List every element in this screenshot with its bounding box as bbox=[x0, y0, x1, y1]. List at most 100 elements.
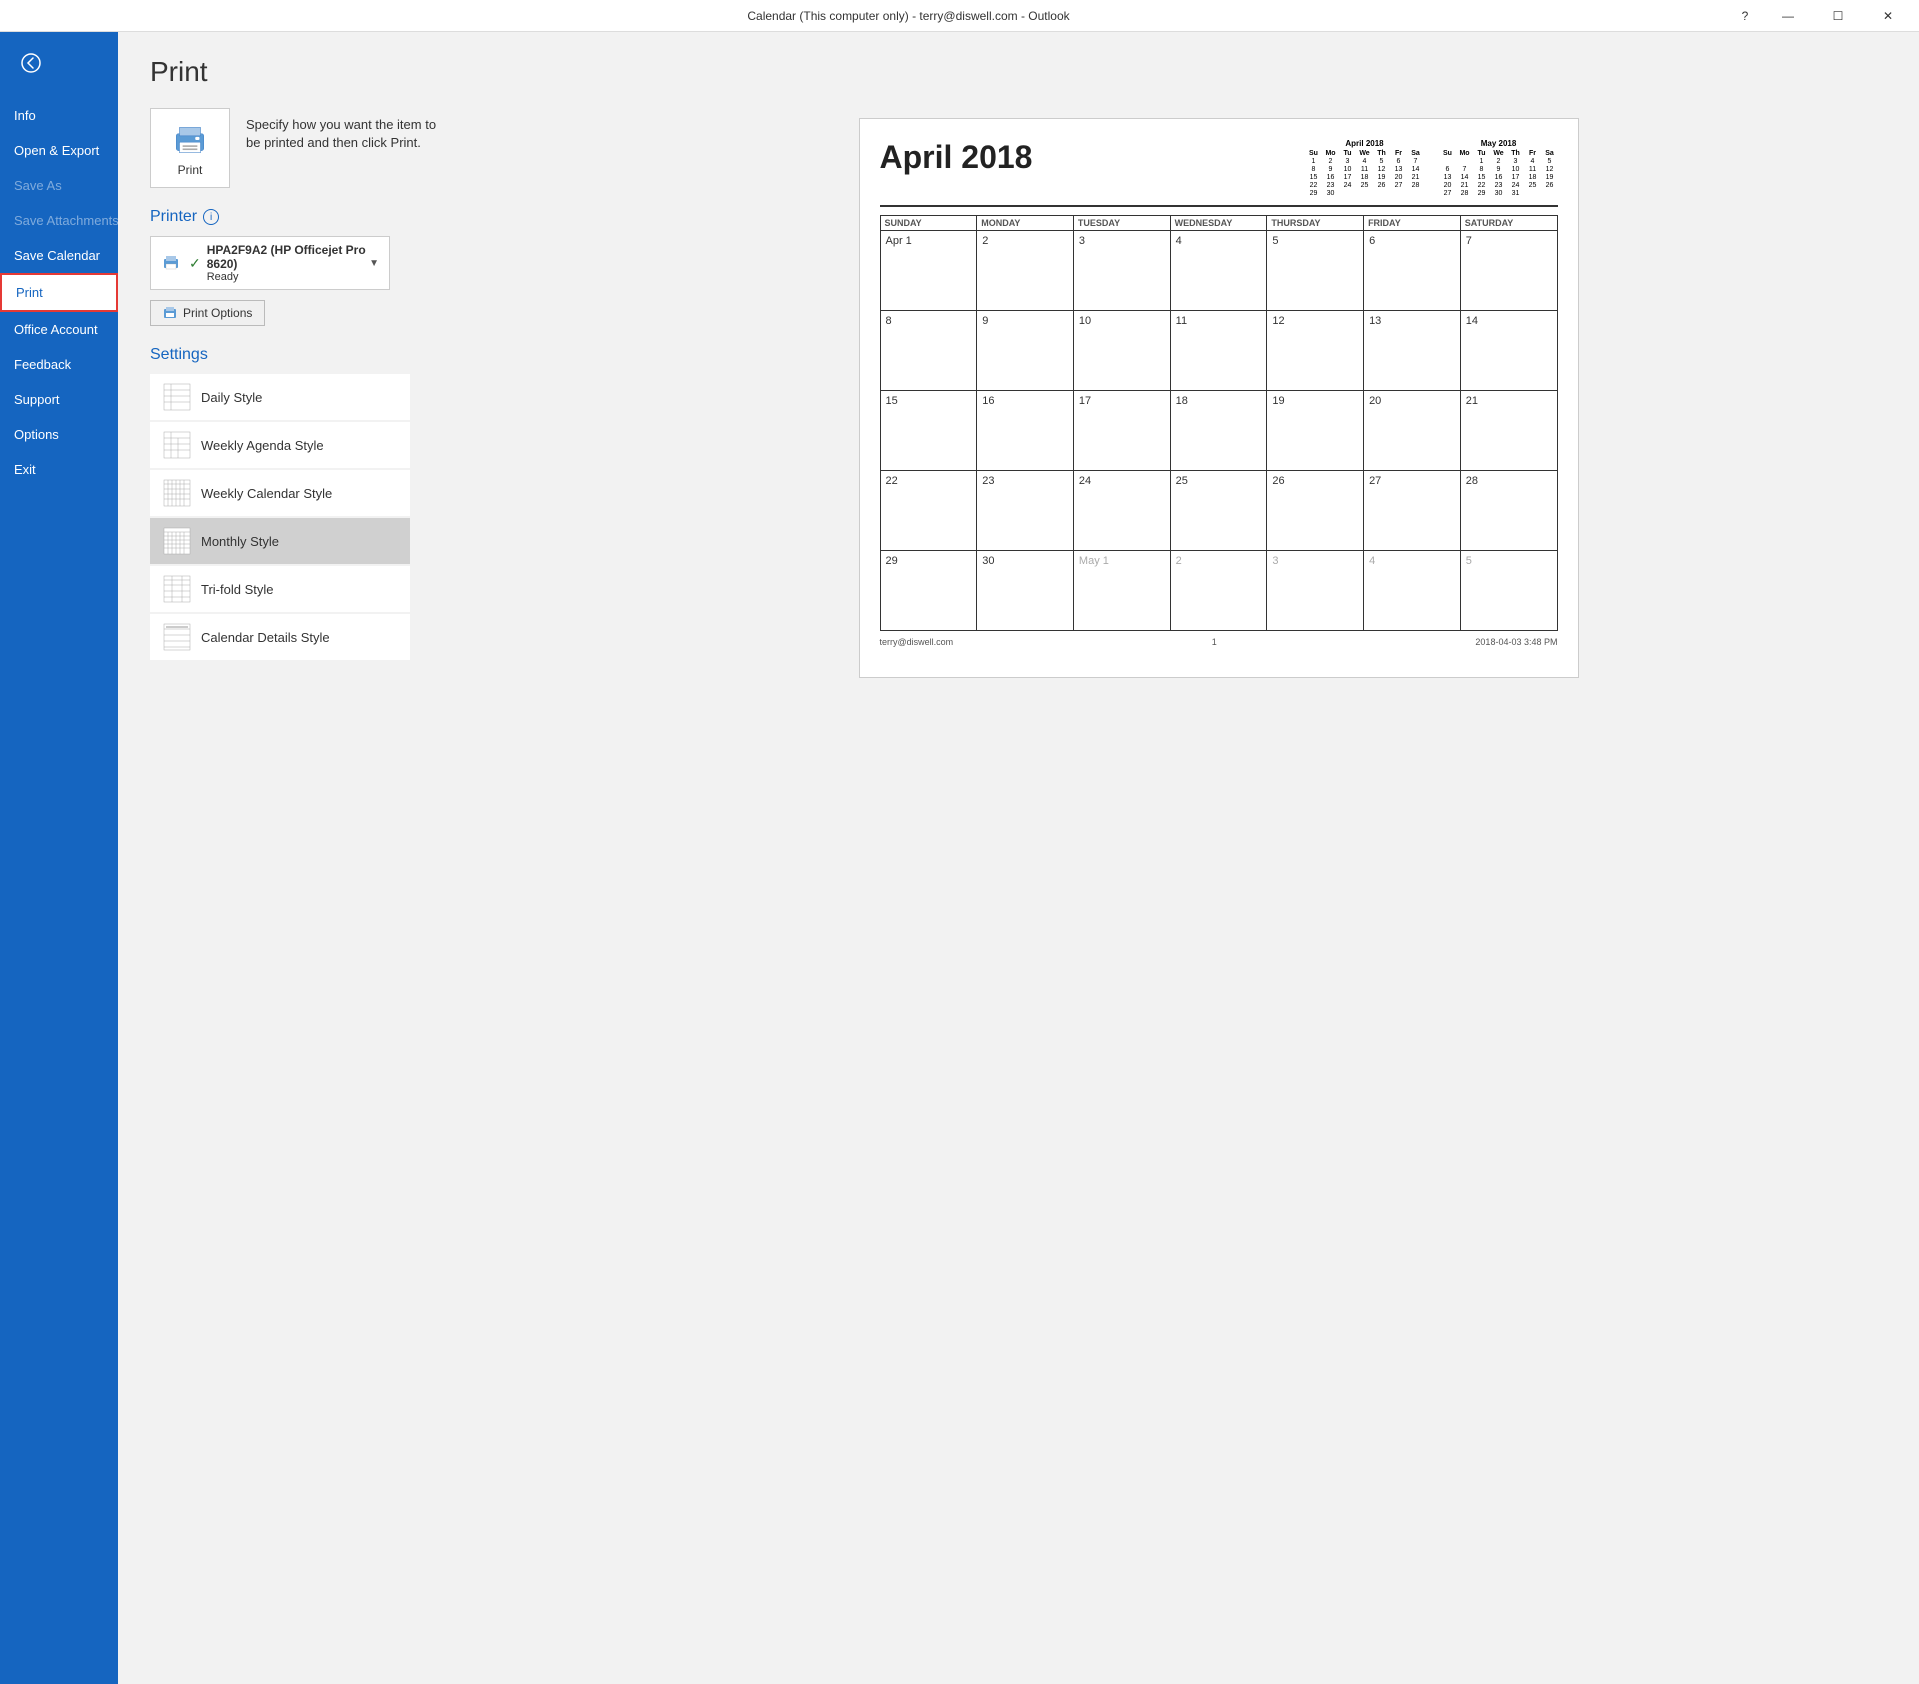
left-panel: Print Specify how you want the item to b… bbox=[150, 108, 550, 1660]
footer-page: 1 bbox=[1212, 637, 1217, 647]
app-container: Info Open & Export Save As Save Attachme… bbox=[0, 32, 1919, 1684]
print-icon-section: Print Specify how you want the item to b… bbox=[150, 108, 550, 188]
printer-section-title: Printer i bbox=[150, 208, 550, 226]
content-preview-wrapper: Print Specify how you want the item to b… bbox=[150, 108, 1887, 1660]
sidebar-item-save-calendar[interactable]: Save Calendar bbox=[0, 238, 118, 273]
monthly-style-icon bbox=[163, 527, 191, 555]
trifold-style-icon bbox=[163, 575, 191, 603]
cal-cell-2: 2 bbox=[977, 231, 1074, 311]
cal-cell-apr1: Apr 1 bbox=[881, 231, 978, 311]
settings-list: Daily Style Wee bbox=[150, 374, 410, 660]
cal-cell-may1: May 1 bbox=[1074, 551, 1171, 631]
print-options-icon bbox=[163, 306, 177, 320]
sidebar-item-office-account[interactable]: Office Account bbox=[0, 312, 118, 347]
settings-item-weekly-agenda[interactable]: Weekly Agenda Style bbox=[150, 422, 410, 468]
cal-cell-26: 26 bbox=[1267, 471, 1364, 551]
cal-cell-14: 14 bbox=[1461, 311, 1558, 391]
daily-style-label: Daily Style bbox=[201, 390, 262, 405]
footer-timestamp: 2018-04-03 3:48 PM bbox=[1475, 637, 1557, 647]
cal-cell-11: 11 bbox=[1171, 311, 1268, 391]
printer-info: HPA2F9A2 (HP Officejet Pro 8620) Ready bbox=[207, 243, 369, 283]
page-title: Print bbox=[150, 56, 1887, 88]
back-button[interactable] bbox=[8, 40, 54, 86]
cal-cell-12: 12 bbox=[1267, 311, 1364, 391]
calendar-day-headers: SUNDAY MONDAY TUESDAY WEDNESDAY THURSDAY… bbox=[880, 215, 1558, 231]
cal-cell-may4: 4 bbox=[1364, 551, 1461, 631]
settings-item-daily[interactable]: Daily Style bbox=[150, 374, 410, 420]
calendar-footer: terry@diswell.com 1 2018-04-03 3:48 PM bbox=[880, 637, 1558, 647]
calendar-header: April 2018 April 2018 SuMoTuWeThFrSa 123… bbox=[880, 139, 1558, 207]
window-title: Calendar (This computer only) - terry@di… bbox=[88, 9, 1729, 23]
cal-cell-10: 10 bbox=[1074, 311, 1171, 391]
right-panel: April 2018 April 2018 SuMoTuWeThFrSa 123… bbox=[550, 108, 1887, 1660]
footer-email: terry@diswell.com bbox=[880, 637, 954, 647]
weekly-calendar-icon bbox=[163, 479, 191, 507]
cal-cell-5: 5 bbox=[1267, 231, 1364, 311]
cal-cell-29: 29 bbox=[881, 551, 978, 631]
mini-month-april: April 2018 SuMoTuWeThFrSa 1234567 891011… bbox=[1306, 139, 1424, 197]
daily-style-icon bbox=[163, 383, 191, 411]
cal-cell-3: 3 bbox=[1074, 231, 1171, 311]
cal-cell-23: 23 bbox=[977, 471, 1074, 551]
cal-cell-20: 20 bbox=[1364, 391, 1461, 471]
sidebar-item-open-export[interactable]: Open & Export bbox=[0, 133, 118, 168]
print-options-button[interactable]: Print Options bbox=[150, 300, 265, 326]
mini-months: April 2018 SuMoTuWeThFrSa 1234567 891011… bbox=[1306, 139, 1558, 197]
cal-cell-19: 19 bbox=[1267, 391, 1364, 471]
settings-item-details[interactable]: Calendar Details Style bbox=[150, 614, 410, 660]
sidebar-item-feedback[interactable]: Feedback bbox=[0, 347, 118, 382]
printer-small-icon bbox=[161, 252, 181, 275]
sidebar-item-options[interactable]: Options bbox=[0, 417, 118, 452]
cal-cell-25: 25 bbox=[1171, 471, 1268, 551]
sidebar-item-print[interactable]: Print bbox=[0, 273, 118, 312]
weekly-agenda-icon bbox=[163, 431, 191, 459]
mini-month-may: May 2018 SuMoTuWeThFrSa 12345 6789101112… bbox=[1440, 139, 1558, 197]
calendar-month-title: April 2018 bbox=[880, 139, 1033, 176]
info-icon[interactable]: i bbox=[203, 209, 219, 225]
details-style-icon bbox=[163, 623, 191, 651]
cal-cell-27: 27 bbox=[1364, 471, 1461, 551]
minimize-button[interactable]: — bbox=[1765, 0, 1811, 32]
cal-cell-may3: 3 bbox=[1267, 551, 1364, 631]
printer-name: HPA2F9A2 (HP Officejet Pro 8620) bbox=[207, 243, 369, 271]
sidebar-item-support[interactable]: Support bbox=[0, 382, 118, 417]
settings-section-title: Settings bbox=[150, 346, 550, 364]
print-icon-label: Print bbox=[178, 163, 203, 177]
sidebar-item-save-attachments: Save Attachments bbox=[0, 203, 118, 238]
cal-cell-9: 9 bbox=[977, 311, 1074, 391]
monthly-style-label: Monthly Style bbox=[201, 534, 279, 549]
print-icon-box[interactable]: Print bbox=[150, 108, 230, 188]
cal-cell-7: 7 bbox=[1461, 231, 1558, 311]
cal-cell-may2: 2 bbox=[1171, 551, 1268, 631]
close-button[interactable]: ✕ bbox=[1865, 0, 1911, 32]
cal-cell-21: 21 bbox=[1461, 391, 1558, 471]
weekly-agenda-label: Weekly Agenda Style bbox=[201, 438, 324, 453]
cal-cell-6: 6 bbox=[1364, 231, 1461, 311]
window-controls: ? — ☐ ✕ bbox=[1729, 0, 1911, 32]
details-style-label: Calendar Details Style bbox=[201, 630, 330, 645]
settings-item-monthly[interactable]: Monthly Style bbox=[150, 518, 410, 564]
cal-cell-13: 13 bbox=[1364, 311, 1461, 391]
sidebar-nav: Info Open & Export Save As Save Attachme… bbox=[0, 98, 118, 487]
cal-cell-may5: 5 bbox=[1461, 551, 1558, 631]
cal-cell-17: 17 bbox=[1074, 391, 1171, 471]
printer-ready-check: ✓ bbox=[189, 255, 201, 272]
sidebar-item-exit[interactable]: Exit bbox=[0, 452, 118, 487]
print-description: Specify how you want the item to be prin… bbox=[246, 108, 446, 152]
cal-cell-22: 22 bbox=[881, 471, 978, 551]
help-button[interactable]: ? bbox=[1729, 0, 1761, 32]
maximize-button[interactable]: ☐ bbox=[1815, 0, 1861, 32]
dropdown-arrow-icon: ▼ bbox=[369, 258, 379, 269]
settings-item-weekly-calendar[interactable]: Weekly Calendar Style bbox=[150, 470, 410, 516]
main-content: Print Print bbox=[118, 32, 1919, 1684]
settings-item-trifold[interactable]: Tri-fold Style bbox=[150, 566, 410, 612]
sidebar-item-info[interactable]: Info bbox=[0, 98, 118, 133]
printer-icon bbox=[170, 119, 210, 159]
cal-cell-16: 16 bbox=[977, 391, 1074, 471]
cal-cell-28: 28 bbox=[1461, 471, 1558, 551]
printer-dropdown[interactable]: ✓ HPA2F9A2 (HP Officejet Pro 8620) Ready… bbox=[150, 236, 390, 290]
printer-section: Printer i ✓ HPA2F9A2 bbox=[150, 208, 550, 326]
cal-cell-18: 18 bbox=[1171, 391, 1268, 471]
cal-cell-15: 15 bbox=[881, 391, 978, 471]
cal-cell-24: 24 bbox=[1074, 471, 1171, 551]
